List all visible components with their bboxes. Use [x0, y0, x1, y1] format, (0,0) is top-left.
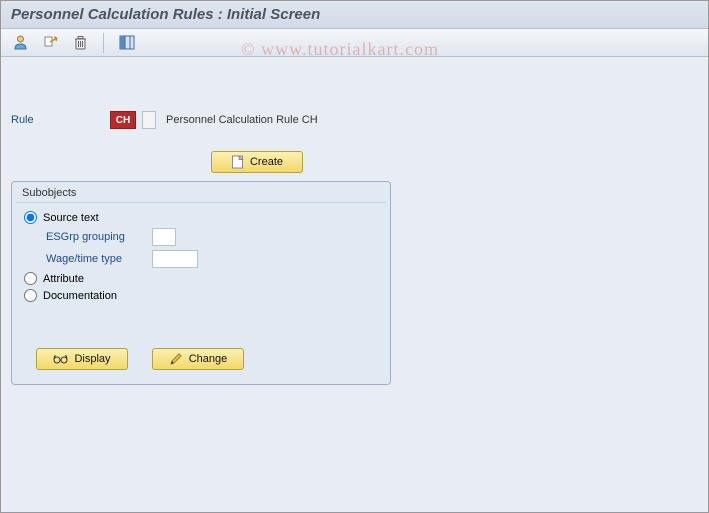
change-button[interactable]: Change — [152, 348, 244, 370]
glasses-icon — [53, 353, 68, 365]
subobjects-panel: Subobjects Source text ESGrp grouping Wa… — [11, 181, 391, 385]
new-doc-icon — [231, 155, 244, 169]
rule-input[interactable]: CH — [110, 111, 136, 129]
rule-description: Personnel Calculation Rule CH — [166, 114, 318, 126]
rule-label[interactable]: Rule — [11, 114, 106, 126]
toolbar — [1, 29, 708, 57]
radio-source-text-label: Source text — [43, 212, 99, 224]
create-button-label: Create — [250, 156, 283, 168]
person-icon[interactable] — [9, 32, 31, 54]
radio-documentation-label: Documentation — [43, 290, 117, 302]
delete-icon[interactable] — [69, 32, 91, 54]
change-button-label: Change — [189, 353, 228, 365]
rule-row: Rule CH Personnel Calculation Rule CH — [11, 111, 698, 129]
copy-assign-icon[interactable] — [39, 32, 61, 54]
screen-title: Personnel Calculation Rules : Initial Sc… — [1, 1, 708, 29]
layout-icon[interactable] — [116, 32, 138, 54]
esgrp-input[interactable] — [152, 228, 176, 246]
pencil-icon — [169, 352, 183, 366]
radio-source-text-input[interactable] — [24, 211, 37, 224]
panel-title: Subobjects — [12, 182, 390, 202]
radio-documentation-input[interactable] — [24, 289, 37, 302]
wage-row: Wage/time type — [12, 248, 390, 270]
radio-attribute-input[interactable] — [24, 272, 37, 285]
esgrp-row: ESGrp grouping — [12, 226, 390, 248]
esgrp-label[interactable]: ESGrp grouping — [46, 231, 146, 243]
radio-attribute-label: Attribute — [43, 273, 84, 285]
content-area: Rule CH Personnel Calculation Rule CH Cr… — [1, 57, 708, 391]
display-button-label: Display — [74, 353, 110, 365]
radio-attribute[interactable]: Attribute — [12, 270, 390, 287]
display-button[interactable]: Display — [36, 348, 128, 370]
radio-documentation[interactable]: Documentation — [12, 287, 390, 304]
toolbar-separator — [103, 33, 104, 53]
radio-source-text[interactable]: Source text — [12, 209, 390, 226]
panel-actions: Display Change — [12, 348, 390, 384]
create-button[interactable]: Create — [211, 151, 303, 173]
wage-label[interactable]: Wage/time type — [46, 253, 146, 265]
wage-input[interactable] — [152, 250, 198, 268]
rule-search-help[interactable] — [142, 111, 156, 129]
